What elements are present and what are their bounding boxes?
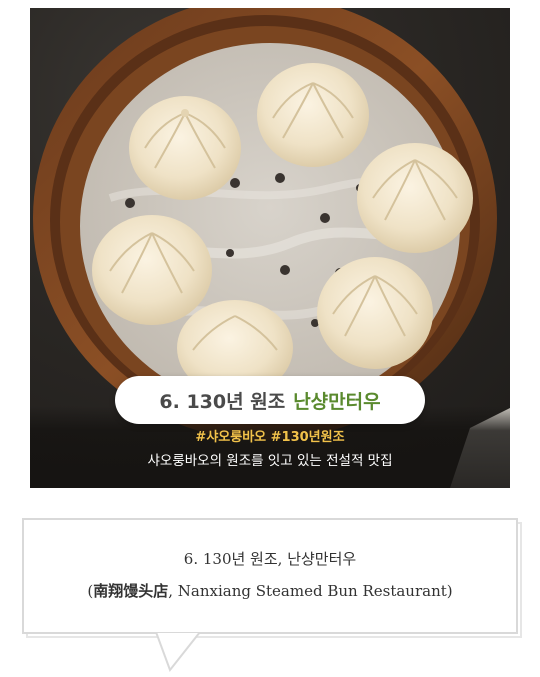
caption-bubble: 6. 130년 원조, 난샹만터우 (南翔馒头店, Nanxiang Steam… xyxy=(22,518,522,638)
photo-subtitle: 샤오룽바오의 원조를 잇고 있는 전설적 맛집 xyxy=(147,453,393,469)
bubble-box xyxy=(22,518,518,634)
pill-restaurant-name: 난샹만터우 xyxy=(293,390,381,413)
hashtags: #샤오룽바오 #130년원조 xyxy=(195,430,345,445)
dumpling xyxy=(317,257,433,369)
caption-subtitle: (南翔馒头店, Nanxiang Steamed Bun Restaurant) xyxy=(22,580,518,601)
dumpling xyxy=(92,215,212,325)
dumpling xyxy=(357,143,473,253)
food-photo: 6. 130년 원조 난샹만터우 #샤오룽바오 #130년원조 샤오룽바오의 원… xyxy=(30,8,510,488)
pill-number: 6. 130년 원조 xyxy=(159,390,286,413)
english-name: , Nanxiang Steamed Bun Restaurant) xyxy=(168,582,453,600)
title-pill: 6. 130년 원조 난샹만터우 xyxy=(115,376,425,424)
dumpling xyxy=(129,96,241,200)
bubble-tail xyxy=(154,630,203,673)
caption-title: 6. 130년 원조, 난샹만터우 xyxy=(183,550,357,568)
dumpling xyxy=(257,63,369,167)
chinese-name: 南翔馒头店 xyxy=(93,582,169,600)
